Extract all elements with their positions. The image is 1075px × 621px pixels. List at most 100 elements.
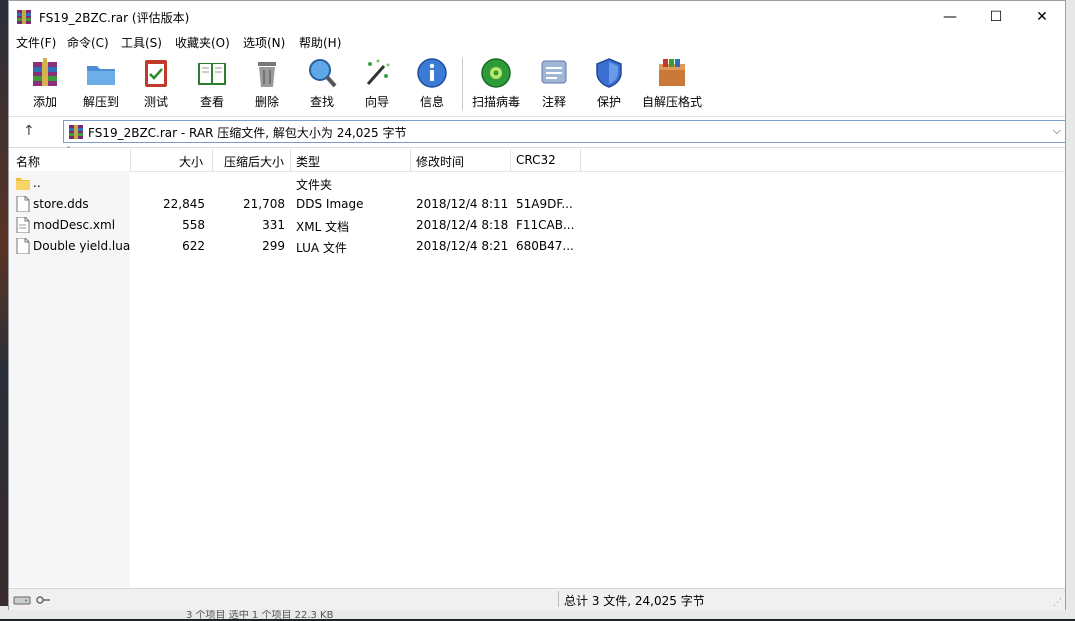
column-packed-size[interactable]: 压缩后大小 (224, 153, 284, 170)
file-size: 622 (182, 239, 205, 253)
menu-commands[interactable]: 命令(C) (67, 34, 109, 51)
resize-grip-icon[interactable]: ⋰ (1053, 598, 1062, 608)
window-title: FS19_2BZC.rar (评估版本) (39, 11, 190, 25)
comment-label: 注释 (541, 95, 566, 109)
file-icon (16, 195, 30, 215)
column-modified[interactable]: 修改时间 (416, 153, 464, 170)
column-divider (410, 149, 411, 171)
file-modified: 2018/12/4 8:21 (416, 239, 509, 253)
info-button[interactable]: 信息 (405, 56, 459, 114)
file-packed-size: 299 (262, 239, 285, 253)
wizard-button[interactable]: 向导 (350, 56, 404, 114)
find-button[interactable]: 查找 (295, 56, 349, 114)
file-type: XML 文档 (296, 220, 350, 234)
sfx-archive-icon (641, 56, 703, 90)
close-button[interactable]: ✕ (1019, 1, 1065, 32)
file-type: DDS Image (296, 197, 364, 211)
wizard-label: 向导 (364, 95, 389, 109)
test-label: 测试 (143, 95, 168, 109)
maximize-button[interactable]: ☐ (973, 1, 1019, 32)
file-crc32: 51A9DF... (516, 197, 573, 211)
status-divider (558, 591, 559, 607)
file-packed-size: 331 (262, 218, 285, 232)
comment-button[interactable]: 注释 (527, 56, 581, 114)
extract-button[interactable]: 解压到 (74, 56, 128, 114)
path-text: FS19_2BZC.rar - RAR 压缩文件, 解包大小为 24,025 字… (88, 126, 407, 140)
up-arrow-icon[interactable]: ↑ (23, 123, 35, 139)
virus-scan-label: 扫描病毒 (471, 95, 520, 109)
test-clipboard-icon (129, 56, 183, 90)
file-icon (16, 237, 30, 257)
folder-icon (16, 175, 30, 194)
add-archive-icon (18, 56, 72, 90)
desktop-background-right (1066, 0, 1075, 619)
file-crc32: F11CAB... (516, 218, 575, 232)
column-crc32[interactable]: CRC32 (516, 153, 556, 167)
table-row-parent[interactable]: .. 文件夹 (9, 173, 1065, 194)
desktop-background-left (0, 0, 8, 619)
file-name: .. (33, 176, 41, 190)
column-divider (510, 149, 511, 171)
toolbar-separator (462, 58, 463, 110)
column-name[interactable]: 名称 (16, 153, 40, 170)
add-label: 添加 (32, 95, 57, 109)
comment-icon (527, 56, 581, 90)
magic-wand-icon (350, 56, 404, 90)
column-divider (130, 149, 131, 171)
test-button[interactable]: 测试 (129, 56, 183, 114)
extract-folder-icon (74, 56, 128, 90)
drive-icon[interactable] (13, 593, 31, 610)
delete-label: 删除 (254, 95, 279, 109)
column-header: 名称 ˇ 大小 压缩后大小 类型 修改时间 CRC32 (9, 146, 1065, 172)
status-icons (13, 593, 51, 610)
file-name: modDesc.xml (33, 218, 116, 232)
status-summary: 总计 3 文件, 24,025 字节 (564, 594, 705, 608)
info-icon (405, 56, 459, 90)
table-row[interactable]: Double yield.lua 622 299 LUA 文件 2018/12/… (9, 236, 1065, 257)
chevron-down-icon[interactable]: ⌵ (1053, 124, 1061, 138)
virus-scan-button[interactable]: 扫描病毒 (469, 56, 523, 114)
path-combobox[interactable]: FS19_2BZC.rar - RAR 压缩文件, 解包大小为 24,025 字… (63, 120, 1066, 143)
column-divider (290, 149, 291, 171)
extract-label: 解压到 (82, 95, 119, 109)
view-button[interactable]: 查看 (185, 56, 239, 114)
xml-file-icon (16, 216, 30, 236)
menu-tools[interactable]: 工具(S) (121, 34, 162, 51)
title-bar[interactable]: FS19_2BZC.rar (评估版本) — ☐ ✕ (9, 1, 1065, 32)
table-row[interactable]: modDesc.xml 558 331 XML 文档 2018/12/4 8:1… (9, 215, 1065, 236)
file-name: store.dds (33, 197, 89, 211)
column-divider (212, 149, 213, 171)
winrar-app-icon (16, 9, 32, 25)
add-button[interactable]: 添加 (18, 56, 72, 114)
menu-help[interactable]: 帮助(H) (299, 34, 341, 51)
protect-button[interactable]: 保护 (582, 56, 636, 114)
view-book-icon (185, 56, 239, 90)
protect-label: 保护 (596, 95, 621, 109)
info-label: 信息 (419, 95, 444, 109)
status-bar: 总计 3 文件, 24,025 字节 ⋰ (9, 588, 1065, 610)
file-type: LUA 文件 (296, 241, 347, 255)
menu-file[interactable]: 文件(F) (16, 34, 56, 51)
file-crc32: 680B47... (516, 239, 574, 253)
sfx-button[interactable]: 自解压格式 (641, 56, 703, 114)
column-type[interactable]: 类型 (296, 153, 320, 170)
minimize-button[interactable]: — (927, 1, 973, 32)
find-label: 查找 (309, 95, 334, 109)
magnifier-icon (295, 56, 349, 90)
file-type: 文件夹 (296, 178, 333, 192)
key-icon[interactable] (35, 593, 51, 610)
file-size: 558 (182, 218, 205, 232)
file-packed-size: 21,708 (243, 197, 285, 211)
file-list[interactable]: 名称 ˇ 大小 压缩后大小 类型 修改时间 CRC32 .. 文件夹 store… (9, 146, 1065, 587)
table-row[interactable]: store.dds 22,845 21,708 DDS Image 2018/1… (9, 194, 1065, 215)
shield-icon (582, 56, 636, 90)
sfx-label: 自解压格式 (641, 95, 702, 109)
column-size[interactable]: 大小 (179, 153, 203, 170)
column-divider (580, 149, 581, 171)
menu-favorites[interactable]: 收藏夹(O) (175, 34, 230, 51)
menu-bar: 文件(F) 命令(C) 工具(S) 收藏夹(O) 选项(N) 帮助(H) (9, 32, 1065, 52)
delete-button[interactable]: 删除 (240, 56, 294, 114)
virus-scan-icon (469, 56, 523, 90)
view-label: 查看 (199, 95, 224, 109)
menu-options[interactable]: 选项(N) (243, 34, 285, 51)
